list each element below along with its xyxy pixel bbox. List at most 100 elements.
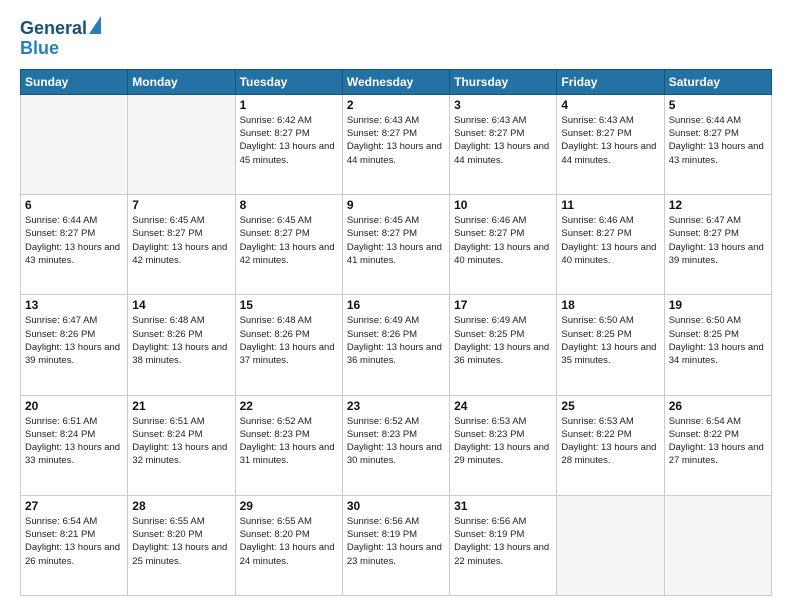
cell-info: Sunrise: 6:43 AMSunset: 8:27 PMDaylight:… [454,114,552,167]
calendar-cell: 11 Sunrise: 6:46 AMSunset: 8:27 PMDayligh… [557,195,664,295]
cell-info: Sunrise: 6:47 AMSunset: 8:26 PMDaylight:… [25,314,123,367]
cell-info: Sunrise: 6:43 AMSunset: 8:27 PMDaylight:… [347,114,445,167]
day-number: 21 [132,399,230,413]
cell-info: Sunrise: 6:49 AMSunset: 8:26 PMDaylight:… [347,314,445,367]
cell-info: Sunrise: 6:49 AMSunset: 8:25 PMDaylight:… [454,314,552,367]
cell-info: Sunrise: 6:54 AMSunset: 8:22 PMDaylight:… [669,415,767,468]
calendar-cell: 13 Sunrise: 6:47 AMSunset: 8:26 PMDayligh… [21,295,128,395]
calendar-cell: 19 Sunrise: 6:50 AMSunset: 8:25 PMDayligh… [664,295,771,395]
cell-info: Sunrise: 6:45 AMSunset: 8:27 PMDaylight:… [240,214,338,267]
day-number: 10 [454,198,552,212]
day-number: 30 [347,499,445,513]
day-number: 1 [240,98,338,112]
calendar-table: SundayMondayTuesdayWednesdayThursdayFrid… [20,69,772,596]
day-number: 23 [347,399,445,413]
day-number: 19 [669,298,767,312]
calendar-cell [557,495,664,595]
day-number: 31 [454,499,552,513]
day-number: 7 [132,198,230,212]
cell-info: Sunrise: 6:48 AMSunset: 8:26 PMDaylight:… [132,314,230,367]
cell-info: Sunrise: 6:54 AMSunset: 8:21 PMDaylight:… [25,515,123,568]
cell-info: Sunrise: 6:44 AMSunset: 8:27 PMDaylight:… [669,114,767,167]
calendar-cell [21,94,128,194]
cell-info: Sunrise: 6:52 AMSunset: 8:23 PMDaylight:… [347,415,445,468]
cell-info: Sunrise: 6:56 AMSunset: 8:19 PMDaylight:… [347,515,445,568]
cell-info: Sunrise: 6:43 AMSunset: 8:27 PMDaylight:… [561,114,659,167]
calendar-cell: 26 Sunrise: 6:54 AMSunset: 8:22 PMDayligh… [664,395,771,495]
day-number: 18 [561,298,659,312]
calendar-week-3: 13 Sunrise: 6:47 AMSunset: 8:26 PMDayligh… [21,295,772,395]
day-number: 11 [561,198,659,212]
calendar-header-tuesday: Tuesday [235,69,342,94]
calendar-cell: 10 Sunrise: 6:46 AMSunset: 8:27 PMDayligh… [450,195,557,295]
logo-triangle-icon [89,16,101,34]
day-number: 28 [132,499,230,513]
day-number: 22 [240,399,338,413]
calendar-header-monday: Monday [128,69,235,94]
header: General Blue [20,16,772,59]
cell-info: Sunrise: 6:55 AMSunset: 8:20 PMDaylight:… [132,515,230,568]
day-number: 24 [454,399,552,413]
calendar-cell: 8 Sunrise: 6:45 AMSunset: 8:27 PMDaylight… [235,195,342,295]
logo-blue-text: Blue [20,38,59,58]
calendar-cell: 23 Sunrise: 6:52 AMSunset: 8:23 PMDayligh… [342,395,449,495]
calendar-cell: 31 Sunrise: 6:56 AMSunset: 8:19 PMDayligh… [450,495,557,595]
page: General Blue SundayMondayTuesdayWednesda… [0,0,792,612]
cell-info: Sunrise: 6:56 AMSunset: 8:19 PMDaylight:… [454,515,552,568]
calendar-header-saturday: Saturday [664,69,771,94]
day-number: 14 [132,298,230,312]
calendar-cell [128,94,235,194]
calendar-header-friday: Friday [557,69,664,94]
calendar-cell: 22 Sunrise: 6:52 AMSunset: 8:23 PMDayligh… [235,395,342,495]
calendar-header-row: SundayMondayTuesdayWednesdayThursdayFrid… [21,69,772,94]
cell-info: Sunrise: 6:51 AMSunset: 8:24 PMDaylight:… [25,415,123,468]
cell-info: Sunrise: 6:42 AMSunset: 8:27 PMDaylight:… [240,114,338,167]
cell-info: Sunrise: 6:44 AMSunset: 8:27 PMDaylight:… [25,214,123,267]
day-number: 29 [240,499,338,513]
calendar-week-2: 6 Sunrise: 6:44 AMSunset: 8:27 PMDaylight… [21,195,772,295]
day-number: 3 [454,98,552,112]
calendar-cell: 15 Sunrise: 6:48 AMSunset: 8:26 PMDayligh… [235,295,342,395]
day-number: 6 [25,198,123,212]
calendar-header-sunday: Sunday [21,69,128,94]
calendar-cell: 30 Sunrise: 6:56 AMSunset: 8:19 PMDayligh… [342,495,449,595]
day-number: 26 [669,399,767,413]
calendar-cell: 25Sunrise: 6:53 AMSunset: 8:22 PMDayligh… [557,395,664,495]
day-number: 16 [347,298,445,312]
day-number: 12 [669,198,767,212]
day-number: 5 [669,98,767,112]
calendar-cell: 28 Sunrise: 6:55 AMSunset: 8:20 PMDayligh… [128,495,235,595]
cell-info: Sunrise: 6:45 AMSunset: 8:27 PMDaylight:… [132,214,230,267]
calendar-cell: 2Sunrise: 6:43 AMSunset: 8:27 PMDaylight… [342,94,449,194]
cell-info: Sunrise: 6:45 AMSunset: 8:27 PMDaylight:… [347,214,445,267]
calendar-week-5: 27Sunrise: 6:54 AMSunset: 8:21 PMDayligh… [21,495,772,595]
calendar-cell: 12Sunrise: 6:47 AMSunset: 8:27 PMDayligh… [664,195,771,295]
cell-info: Sunrise: 6:53 AMSunset: 8:23 PMDaylight:… [454,415,552,468]
day-number: 8 [240,198,338,212]
cell-info: Sunrise: 6:48 AMSunset: 8:26 PMDaylight:… [240,314,338,367]
calendar-cell: 3 Sunrise: 6:43 AMSunset: 8:27 PMDaylight… [450,94,557,194]
calendar-header-wednesday: Wednesday [342,69,449,94]
calendar-cell: 14 Sunrise: 6:48 AMSunset: 8:26 PMDayligh… [128,295,235,395]
calendar-cell: 18Sunrise: 6:50 AMSunset: 8:25 PMDayligh… [557,295,664,395]
day-number: 9 [347,198,445,212]
calendar-cell: 21 Sunrise: 6:51 AMSunset: 8:24 PMDayligh… [128,395,235,495]
day-number: 13 [25,298,123,312]
calendar-cell: 16 Sunrise: 6:49 AMSunset: 8:26 PMDayligh… [342,295,449,395]
day-number: 15 [240,298,338,312]
calendar-cell: 29Sunrise: 6:55 AMSunset: 8:20 PMDayligh… [235,495,342,595]
calendar-cell: 4 Sunrise: 6:43 AMSunset: 8:27 PMDaylight… [557,94,664,194]
calendar-header-thursday: Thursday [450,69,557,94]
day-number: 17 [454,298,552,312]
cell-info: Sunrise: 6:51 AMSunset: 8:24 PMDaylight:… [132,415,230,468]
calendar-cell: 9 Sunrise: 6:45 AMSunset: 8:27 PMDaylight… [342,195,449,295]
calendar-week-4: 20Sunrise: 6:51 AMSunset: 8:24 PMDayligh… [21,395,772,495]
cell-info: Sunrise: 6:50 AMSunset: 8:25 PMDaylight:… [669,314,767,367]
calendar-cell: 7 Sunrise: 6:45 AMSunset: 8:27 PMDaylight… [128,195,235,295]
cell-info: Sunrise: 6:46 AMSunset: 8:27 PMDaylight:… [561,214,659,267]
cell-info: Sunrise: 6:52 AMSunset: 8:23 PMDaylight:… [240,415,338,468]
logo-text: General [20,16,101,39]
cell-info: Sunrise: 6:46 AMSunset: 8:27 PMDaylight:… [454,214,552,267]
day-number: 4 [561,98,659,112]
calendar-cell: 24 Sunrise: 6:53 AMSunset: 8:23 PMDayligh… [450,395,557,495]
